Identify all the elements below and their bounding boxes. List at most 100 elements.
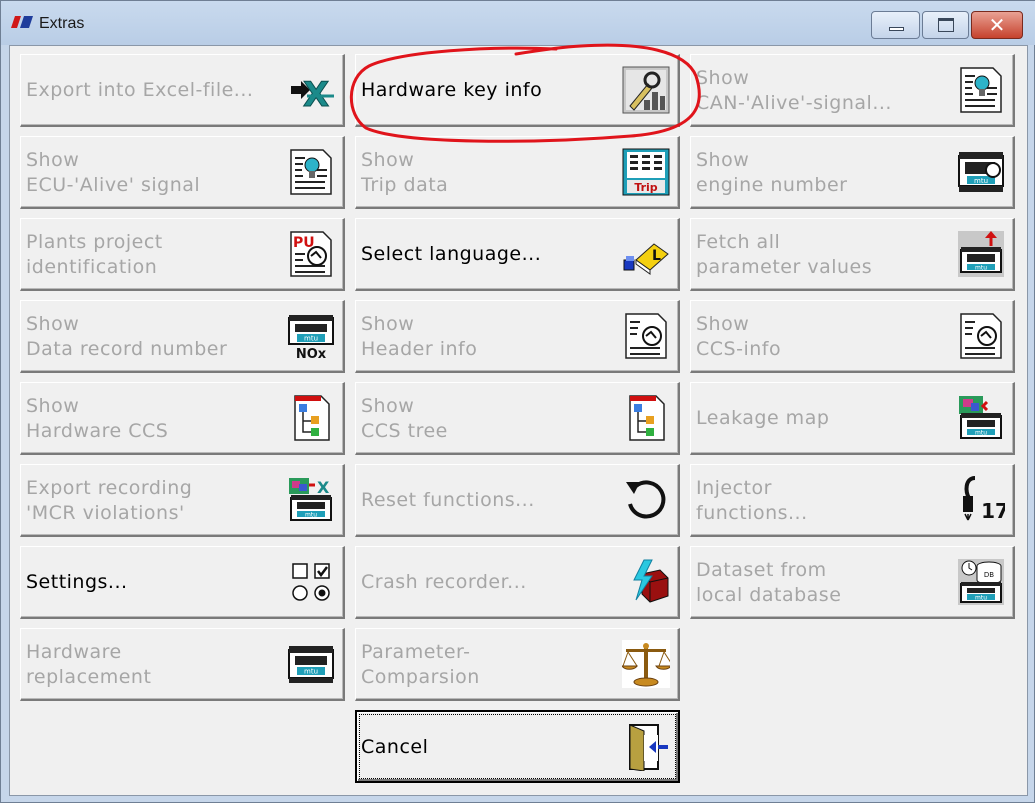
hardware-replacement-icon: mtu (288, 646, 334, 683)
crash-recorder-icon (633, 559, 669, 603)
close-button[interactable]: ✕ (971, 11, 1023, 39)
mtu-icon-text: mtu (304, 668, 318, 676)
trip-data-icon: Trip (622, 148, 670, 196)
reset-arrow-icon (626, 480, 666, 519)
button-label-line1: Plants project (26, 230, 163, 253)
button-label: Leakage map (696, 407, 830, 429)
show-ccs-tree-button[interactable]: Show CCS tree (355, 382, 680, 455)
button-label-line1: Dataset from (696, 558, 827, 581)
button-label: Cancel (361, 736, 429, 758)
exit-door-icon (629, 724, 668, 771)
reset-functions-button[interactable]: Reset functions... (355, 464, 680, 537)
button-label-line1: Injector (696, 476, 772, 499)
button-label-line2: local database (696, 583, 842, 606)
document-search-icon (625, 313, 667, 359)
trip-icon-text: Trip (634, 181, 657, 194)
show-trip-data-button[interactable]: Show Trip data Trip (355, 136, 680, 209)
window-title: Extras (39, 15, 85, 32)
show-can-alive-button[interactable]: Show CAN-'Alive'-signal... (690, 54, 1015, 127)
button-label-line1: Show (361, 148, 415, 171)
show-hardware-ccs-button[interactable]: Show Hardware CCS (20, 382, 345, 455)
tree-document-icon (629, 395, 665, 441)
injector-functions-button[interactable]: Injector functions... 17 (690, 464, 1015, 537)
button-label-line2: ECU-'Alive' signal (26, 173, 201, 196)
mtu-icon-text: mtu (975, 265, 987, 272)
leakage-map-button[interactable]: Leakage map mtu (690, 382, 1015, 455)
crash-recorder-button[interactable]: Crash recorder... (355, 546, 680, 619)
button-label-line2: Trip data (361, 173, 449, 196)
button-label-line1: Show (26, 148, 80, 171)
db-icon-text: DB (984, 571, 994, 579)
button-label-line2: CAN-'Alive'-signal... (696, 91, 892, 114)
language-icon-letter: L (652, 248, 661, 264)
button-label-line2: identification (26, 255, 158, 278)
button-label-line1: Export recording (26, 476, 193, 499)
button-label-line1: Show (26, 394, 80, 417)
button-label-line2: CCS-info (696, 337, 782, 360)
maximize-button[interactable] (922, 11, 969, 39)
engine-number-icon: mtu (958, 152, 1004, 192)
settings-controls-icon (292, 563, 330, 601)
button-label: Settings... (26, 571, 128, 593)
button-label-line2: Comparsion (361, 665, 480, 688)
button-label-line2: CCS tree (361, 419, 448, 442)
button-label: Crash recorder... (361, 571, 527, 593)
svg-text:X: X (317, 478, 330, 497)
button-label: Reset functions... (361, 489, 535, 511)
show-ccs-info-button[interactable]: Show CCS-info (690, 300, 1015, 373)
minimize-button[interactable] (871, 11, 920, 39)
mtu-icon-text: mtu (974, 177, 988, 185)
show-data-record-number-button[interactable]: Show Data record number mtu NOx (20, 300, 345, 373)
settings-button[interactable]: Settings... (20, 546, 345, 619)
button-label-line2: Data record number (26, 337, 228, 360)
database-icon: DB mtu (958, 559, 1004, 605)
button-label-line1: Show (696, 148, 750, 171)
title-bar[interactable]: Extras ✕ (1, 1, 1035, 45)
button-label-line1: Show (361, 312, 415, 335)
button-label-line2: replacement (26, 665, 152, 688)
hardware-key-info-button[interactable]: Hardware key info (355, 54, 680, 127)
button-label-line1: Show (361, 394, 415, 417)
button-label-line2: parameter values (696, 255, 873, 278)
button-label-line2: Hardware CCS (26, 419, 169, 442)
fetch-all-parameter-values-button[interactable]: Fetch all parameter values mtu (690, 218, 1015, 291)
injector-icon: 17 (963, 476, 1005, 523)
app-logo-icon (11, 16, 33, 28)
mtu-icon-text: mtu (975, 595, 987, 602)
button-label-line2: 'MCR violations' (26, 501, 185, 524)
document-bulb-icon (290, 149, 332, 195)
button-label-line1: Show (26, 312, 80, 335)
extras-window: Extras ✕ Export into Excel-file... X Har… (0, 0, 1035, 803)
dataset-from-local-database-button[interactable]: Dataset from local database DB mtu (690, 546, 1015, 619)
show-ecu-alive-button[interactable]: Show ECU-'Alive' signal (20, 136, 345, 209)
maximize-icon (938, 18, 954, 32)
button-label: Select language... (361, 243, 542, 265)
button-label-line1: Parameter- (361, 640, 471, 663)
button-label-line2: Header info (361, 337, 478, 360)
cancel-button[interactable]: Cancel (355, 710, 680, 783)
button-label-line2: engine number (696, 173, 848, 196)
select-language-button[interactable]: Select language... L (355, 218, 680, 291)
hardware-replacement-button[interactable]: Hardware replacement mtu (20, 628, 345, 701)
excel-export-icon: X (291, 75, 334, 114)
show-header-info-button[interactable]: Show Header info (355, 300, 680, 373)
document-search-icon (960, 313, 1002, 359)
export-excel-button[interactable]: Export into Excel-file... X (20, 54, 345, 127)
button-label: Export into Excel-file... (26, 79, 254, 101)
hardware-key-icon (622, 66, 670, 114)
mtu-icon-text: mtu (304, 335, 318, 343)
button-label-line1: Hardware (26, 640, 122, 663)
export-mcr-violations-button[interactable]: Export recording 'MCR violations' X mtu (20, 464, 345, 537)
button-label: Hardware key info (361, 79, 543, 101)
button-label-line1: Fetch all (696, 230, 781, 253)
nox-icon: mtu NOx (288, 315, 334, 360)
show-engine-number-button[interactable]: Show engine number mtu (690, 136, 1015, 209)
button-label-line1: Show (696, 66, 750, 89)
plants-project-identification-button[interactable]: Plants project identification PU (20, 218, 345, 291)
fetch-parameters-icon: mtu (958, 231, 1004, 277)
balance-scale-icon (622, 640, 670, 688)
tree-document-icon (294, 395, 330, 441)
language-book-icon: L (623, 243, 669, 275)
nox-icon-text: NOx (296, 347, 327, 360)
parameter-comparison-button[interactable]: Parameter- Comparsion (355, 628, 680, 701)
